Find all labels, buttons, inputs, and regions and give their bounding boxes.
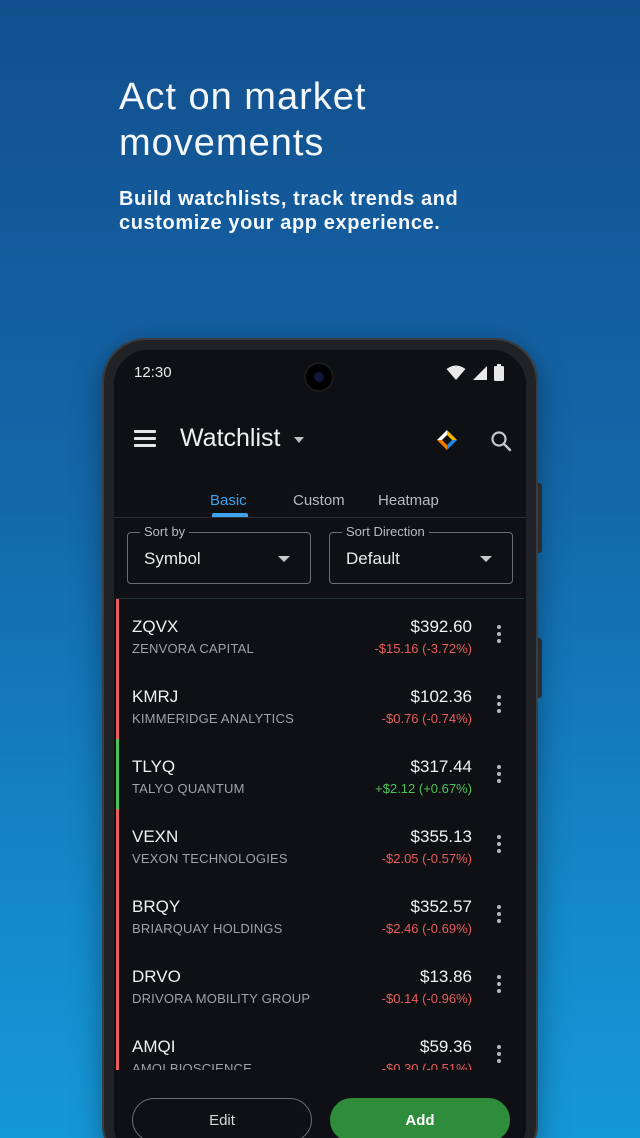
stock-price: $392.60	[410, 617, 472, 636]
tab-indicator	[212, 513, 248, 517]
trend-indicator-bar	[116, 739, 119, 809]
tab-basic[interactable]: Basic	[210, 492, 247, 509]
company-name: ZENVORA CAPITAL	[132, 641, 254, 656]
battery-icon	[494, 364, 504, 381]
stock-symbol: TLYQ	[132, 757, 176, 776]
chevron-down-icon[interactable]	[294, 437, 304, 443]
power-button	[538, 483, 542, 553]
phone-frame: 12:30 Watchlist Basic Custom Heatmap Sor…	[102, 338, 542, 1138]
stock-price: $352.57	[410, 897, 472, 916]
stock-price: $59.36	[420, 1037, 472, 1056]
add-button[interactable]: Add	[330, 1098, 510, 1138]
volume-button	[538, 638, 542, 698]
phone-screen: 12:30 Watchlist Basic Custom Heatmap Sor…	[114, 350, 526, 1138]
company-name: AMQI BIOSCIENCE	[132, 1061, 253, 1070]
signal-icon	[473, 365, 487, 380]
watchlist-row[interactable]: TLYQ TALYO QUANTUM $317.44 +$2.12 (+0.67%)	[116, 739, 524, 809]
sort-direction-label: Sort Direction	[342, 524, 429, 539]
sort-direction-select[interactable]: Sort Direction Default	[329, 524, 513, 584]
stock-price: $102.36	[410, 687, 472, 706]
more-options-icon[interactable]	[496, 765, 502, 785]
more-options-icon[interactable]	[496, 905, 502, 925]
bottom-action-bar: Edit Add	[114, 1076, 526, 1138]
watchlist-row[interactable]: BRQY BRIARQUAY HOLDINGS $352.57 -$2.46 (-0.…	[116, 879, 524, 949]
stock-symbol: DRVO	[132, 967, 181, 986]
sort-by-label: Sort by	[140, 524, 190, 539]
watchlist-row[interactable]: VEXN VEXON TECHNOLOGIES $355.13 -$2.05 (-0.…	[116, 809, 524, 879]
wifi-icon	[446, 365, 466, 380]
stock-symbol: ZQVX	[132, 617, 179, 636]
company-name: BRIARQUAY HOLDINGS	[132, 921, 283, 936]
edit-button[interactable]: Edit	[132, 1098, 312, 1138]
price-change: +$2.12 (+0.67%)	[375, 781, 472, 796]
front-camera	[306, 364, 332, 390]
more-options-icon[interactable]	[496, 625, 502, 645]
stock-symbol: AMQI	[132, 1037, 176, 1056]
status-bar: 12:30	[114, 350, 526, 390]
watchlist-row[interactable]: ZQVX ZENVORA CAPITAL $392.60 -$15.16 (-3.72…	[116, 599, 524, 669]
price-change: -$2.05 (-0.57%)	[381, 851, 472, 866]
promo-headline: Act on market movements	[119, 76, 367, 164]
hamburger-menu-icon[interactable]	[134, 430, 156, 448]
company-name: KIMMERIDGE ANALYTICS	[132, 711, 294, 726]
company-name: TALYO QUANTUM	[132, 781, 245, 796]
price-change: -$0.14 (-0.96%)	[381, 991, 472, 1006]
trend-indicator-bar	[116, 949, 119, 1019]
stock-price: $317.44	[410, 757, 472, 776]
price-change: -$2.46 (-0.69%)	[381, 921, 472, 936]
watchlist-row[interactable]: DRVO DRIVORA MOBILITY GROUP $13.86 -$0.14 (…	[116, 949, 524, 1019]
company-name: VEXON TECHNOLOGIES	[132, 851, 288, 866]
trend-indicator-bar	[116, 1019, 119, 1070]
sort-by-select[interactable]: Sort by Symbol	[127, 524, 311, 584]
tab-custom[interactable]: Custom	[293, 492, 345, 509]
more-options-icon[interactable]	[496, 1045, 502, 1065]
watchlist: ZQVX ZENVORA CAPITAL $392.60 -$15.16 (-3.72…	[116, 598, 524, 1070]
trend-indicator-bar	[116, 669, 119, 739]
stock-price: $13.86	[420, 967, 472, 986]
watchlist-row[interactable]: KMRJ KIMMERIDGE ANALYTICS $102.36 -$0.76 (-…	[116, 669, 524, 739]
stock-symbol: KMRJ	[132, 687, 179, 706]
price-change: -$0.30 (-0.51%)	[381, 1061, 472, 1070]
stock-symbol: BRQY	[132, 897, 181, 916]
page-title[interactable]: Watchlist	[180, 424, 280, 453]
status-icons	[446, 364, 504, 381]
more-options-icon[interactable]	[496, 695, 502, 715]
watchlist-row[interactable]: AMQI AMQI BIOSCIENCE $59.36 -$0.30 (-0.51%)	[116, 1019, 524, 1070]
dropdown-arrow-icon	[278, 556, 290, 562]
tab-heatmap[interactable]: Heatmap	[378, 492, 439, 509]
app-bar: Watchlist	[114, 410, 526, 470]
more-options-icon[interactable]	[496, 835, 502, 855]
trend-indicator-bar	[116, 809, 119, 879]
trend-indicator-bar	[116, 599, 119, 669]
search-icon[interactable]	[490, 430, 512, 452]
brand-logo-icon[interactable]	[436, 429, 458, 451]
company-name: DRIVORA MOBILITY GROUP	[132, 991, 311, 1006]
price-change: -$0.76 (-0.74%)	[381, 711, 472, 726]
stock-symbol: VEXN	[132, 827, 179, 846]
sort-direction-value: Default	[346, 549, 400, 568]
tab-bar: Basic Custom Heatmap	[114, 478, 526, 518]
price-change: -$15.16 (-3.72%)	[374, 641, 472, 656]
more-options-icon[interactable]	[496, 975, 502, 995]
sort-by-value: Symbol	[144, 549, 201, 568]
status-time: 12:30	[134, 364, 172, 381]
trend-indicator-bar	[116, 879, 119, 949]
promo-subline: Build watchlists, track trends and custo…	[119, 188, 459, 234]
dropdown-arrow-icon	[480, 556, 492, 562]
stock-price: $355.13	[410, 827, 472, 846]
